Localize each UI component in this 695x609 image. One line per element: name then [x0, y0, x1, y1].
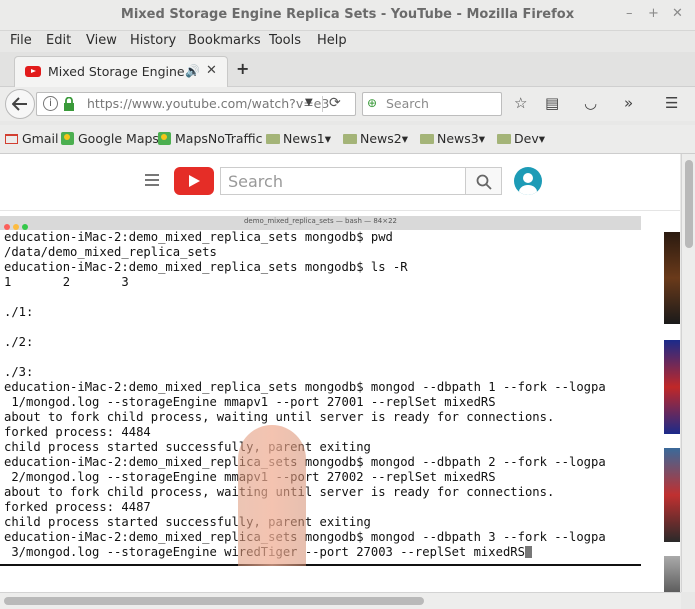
tab-close-icon[interactable]: ✕ [206, 63, 217, 78]
youtube-search-placeholder: Search [228, 172, 283, 191]
bookmark-folder-news2[interactable]: News2▾ [343, 131, 408, 146]
search-icon [476, 174, 492, 190]
hamburger-menu-icon[interactable]: ☰ [665, 94, 678, 112]
menu-bar: File Edit View History Bookmarks Tools H… [0, 31, 695, 51]
url-separator [322, 96, 323, 112]
video-player[interactable]: demo_mixed_replica_sets — bash — 84×22 e… [0, 216, 641, 566]
youtube-search-input[interactable]: Search [220, 167, 466, 195]
horizontal-scroll-thumb[interactable] [4, 597, 424, 605]
maximize-button[interactable]: + [648, 6, 659, 21]
related-video-thumbnail[interactable] [664, 448, 680, 542]
page-content: Search demo_mixed_replica_sets — bash — … [0, 154, 680, 592]
vertical-scroll-thumb[interactable] [685, 160, 693, 248]
guide-menu-icon[interactable] [145, 174, 159, 186]
overflow-chevron-icon[interactable]: » [624, 94, 633, 112]
terminal-cursor [524, 546, 532, 558]
speaker-icon[interactable]: 🔊 [185, 64, 200, 78]
bookmark-folder-news3[interactable]: News3▾ [420, 131, 485, 146]
terminal-output: education-iMac-2:demo_mixed_replica_sets… [4, 230, 606, 559]
window-title: Mixed Storage Engine Replica Sets - YouT… [120, 7, 575, 22]
browser-search-box[interactable]: ⊕ Search [362, 92, 502, 116]
url-text: https://www.youtube.com/watch?v=e3 [87, 96, 330, 111]
folder-icon [343, 134, 357, 144]
bookmark-folder-news1[interactable]: News1▾ [266, 131, 331, 146]
menu-bookmarks[interactable]: Bookmarks [188, 33, 261, 48]
bookmark-star-icon[interactable]: ☆ [514, 94, 527, 112]
reload-icon[interactable]: ⟳ [329, 95, 341, 111]
menu-view[interactable]: View [86, 33, 117, 48]
folder-icon [420, 134, 434, 144]
finger-overlay [238, 425, 306, 566]
terminal-titlebar: demo_mixed_replica_sets — bash — 84×22 [0, 216, 641, 230]
bookmark-mapsnotraffic[interactable]: MapsNoTraffic [158, 131, 262, 146]
horizontal-scrollbar[interactable] [0, 592, 681, 609]
url-dropdown-icon[interactable]: ▼ [305, 97, 313, 108]
google-maps-icon [61, 132, 74, 145]
related-videos-strip [664, 216, 680, 592]
menu-file[interactable]: File [10, 33, 32, 48]
tab-label: Mixed Storage Engine… [48, 64, 198, 79]
google-maps-icon [158, 132, 171, 145]
info-icon[interactable]: i [43, 96, 58, 111]
youtube-search-button[interactable] [466, 167, 502, 195]
related-video-thumbnail[interactable] [664, 556, 680, 592]
gmail-icon [5, 134, 18, 144]
minimize-button[interactable]: – [626, 6, 633, 21]
back-button[interactable] [5, 89, 35, 119]
browser-search-placeholder: Search [386, 96, 429, 111]
bookmark-label: Gmail [22, 131, 59, 146]
bookmark-folder-dev[interactable]: Dev▾ [497, 131, 545, 146]
vertical-scrollbar[interactable] [681, 154, 695, 592]
bookmark-gmail[interactable]: Gmail [5, 131, 58, 146]
bookmark-label: News3 [437, 131, 479, 146]
bookmark-label: Dev [514, 131, 539, 146]
new-tab-button[interactable]: + [236, 59, 249, 78]
menu-tools[interactable]: Tools [269, 33, 301, 48]
related-video-thumbnail[interactable] [664, 340, 680, 434]
youtube-header: Search [0, 154, 680, 211]
bookmarks-toolbar: Gmail Google Maps MapsNoTraffic News1▾ N… [0, 125, 695, 154]
avatar[interactable] [514, 167, 542, 195]
pocket-icon[interactable]: ◡ [584, 94, 597, 112]
lock-icon [64, 97, 74, 111]
folder-icon [497, 134, 511, 144]
navigation-toolbar: i https://www.youtube.com/watch?v=e3 ▼ ⟳… [0, 87, 695, 121]
search-engine-icon: ⊕ [367, 96, 378, 110]
youtube-favicon-icon [25, 66, 41, 77]
related-video-thumbnail[interactable] [664, 232, 680, 324]
terminal-window: education-iMac-2:demo_mixed_replica_sets… [0, 230, 641, 564]
tab-strip: Mixed Storage Engine… 🔊 ✕ [0, 52, 695, 87]
bookmark-label: News2 [360, 131, 402, 146]
url-bar[interactable]: i https://www.youtube.com/watch?v=e3 ▼ ⟳ [36, 92, 356, 116]
bookmark-label: Google Maps [78, 131, 159, 146]
reading-list-icon[interactable]: ▤ [545, 94, 559, 112]
window-titlebar: Mixed Storage Engine Replica Sets - YouT… [0, 0, 695, 31]
folder-icon [266, 134, 280, 144]
bookmark-label: News1 [283, 131, 325, 146]
menu-edit[interactable]: Edit [46, 33, 71, 48]
youtube-logo[interactable] [174, 167, 214, 195]
menu-history[interactable]: History [130, 33, 176, 48]
bookmark-label: MapsNoTraffic [175, 131, 263, 146]
close-window-button[interactable]: ✕ [672, 6, 683, 21]
tab-youtube[interactable]: Mixed Storage Engine… 🔊 ✕ [14, 56, 228, 87]
terminal-title: demo_mixed_replica_sets — bash — 84×22 [243, 217, 398, 225]
back-arrow-icon [12, 97, 27, 111]
bookmark-google-maps[interactable]: Google Maps [61, 131, 159, 146]
menu-help[interactable]: Help [317, 33, 347, 48]
